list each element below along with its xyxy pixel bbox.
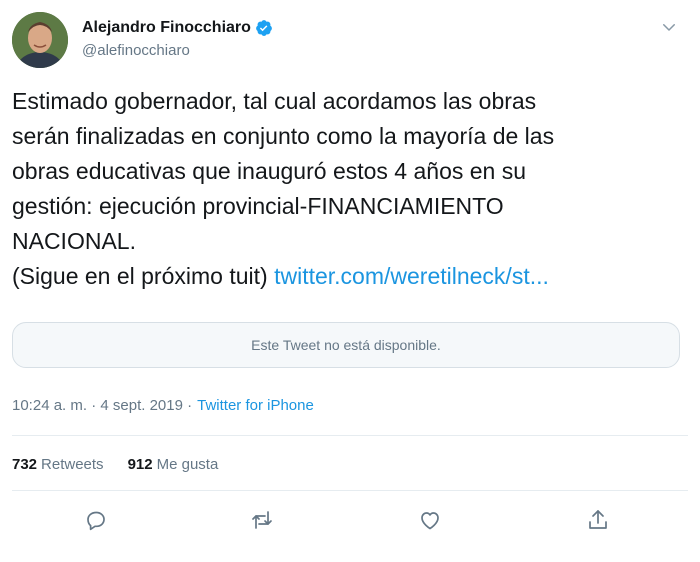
retweets-count: 732 [12,456,38,473]
tweet-link[interactable]: twitter.com/weretilneck/st... [274,263,549,289]
quoted-tweet-unavailable: Este Tweet no está disponible. [12,322,680,368]
avatar-image [12,12,68,68]
author-name[interactable]: Alejandro Finocchiaro [82,19,273,37]
tweet-stats: 732 Retweets 912 Me gusta [12,456,218,473]
tweet-text-prefix: (Sigue en el próximo tuit) [12,263,275,289]
tweet-meta: 10:24 a. m. · 4 sept. 2019 · Twitter for… [12,397,314,414]
retweet-icon[interactable] [250,508,274,532]
author-handle[interactable]: @alefinocchiaro [82,42,190,59]
tweet-card: Alejandro Finocchiaro @alefinocchiaro Es… [0,0,700,562]
likes-label: Me gusta [156,456,219,473]
author-name-text[interactable]: Alejandro Finocchiaro [82,19,251,37]
chevron-down-icon[interactable] [660,18,678,36]
tweet-text-line: NACIONAL. [12,228,136,254]
divider [12,490,688,491]
likes-stat[interactable]: 912 Me gusta [128,456,219,473]
retweets-stat[interactable]: 732 Retweets [12,456,104,473]
tweet-text-line: serán finalizadas en conjunto como la ma… [12,123,555,149]
tweet-text-line: gestión: ejecución provincial-FINANCIAMI… [12,193,504,219]
tweet-timestamp[interactable]: 10:24 a. m. · 4 sept. 2019 · [12,397,192,414]
tweet-text-line-last: (Sigue en el próximo tuit) twitter.com/w… [12,259,682,294]
likes-count: 912 [127,456,153,473]
retweets-label: Retweets [41,456,104,473]
reply-icon[interactable] [84,508,108,532]
divider [12,435,688,436]
tweet-text-line: Estimado gobernador, tal cual acordamos … [12,88,537,114]
tweet-text: Estimado gobernador, tal cual acordamos … [12,84,682,294]
tweet-source-link[interactable]: Twitter for iPhone [197,397,314,414]
tweet-text-line: obras educativas que inauguró estos 4 añ… [12,158,527,184]
verified-badge-icon [255,19,273,37]
tweet-actions [12,508,688,538]
avatar[interactable] [12,12,68,68]
like-icon[interactable] [418,508,442,532]
share-icon[interactable] [586,508,610,532]
